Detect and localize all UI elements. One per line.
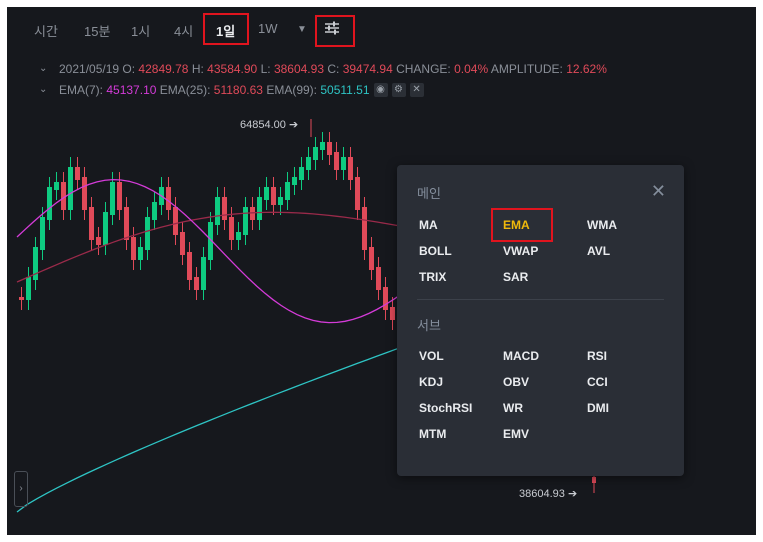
- side-panel-toggle[interactable]: ›: [14, 471, 28, 507]
- candle-body: [327, 142, 332, 155]
- indicator-wma[interactable]: WMA: [587, 218, 617, 232]
- candle-body: [19, 297, 24, 300]
- indicator-trix[interactable]: TRIX: [419, 270, 446, 284]
- candle-body: [201, 257, 206, 290]
- chart-window: 시간 15분 1시 4시 1일 1W ▼ ⌄ 2021/05/19 O: 428…: [7, 7, 756, 535]
- candle-body: [166, 187, 171, 210]
- candle-body: [264, 187, 269, 200]
- indicator-sar[interactable]: SAR: [503, 270, 528, 284]
- highlight-ema: [491, 208, 553, 242]
- candle-body: [173, 207, 178, 235]
- candle-body: [110, 182, 115, 215]
- candle-body: [138, 247, 143, 260]
- candle-body: [89, 207, 94, 240]
- candle-body: [278, 197, 283, 205]
- candle-body: [320, 142, 325, 150]
- candle-body: [313, 147, 318, 160]
- close-icon[interactable]: ✕: [651, 181, 666, 202]
- indicator-ma[interactable]: MA: [419, 218, 438, 232]
- candle-body: [131, 237, 136, 260]
- candle-body: [117, 182, 122, 210]
- candle-body: [75, 167, 80, 180]
- candle-body: [334, 152, 339, 170]
- ema99-line: [16, 348, 398, 513]
- candle-body: [243, 207, 248, 235]
- panel-divider: [417, 299, 664, 300]
- candle-body: [103, 212, 108, 245]
- candle-body: [82, 177, 87, 210]
- indicator-stochrsi[interactable]: StochRSI: [419, 401, 472, 415]
- candle-body: [47, 187, 52, 220]
- candle-body: [376, 267, 381, 290]
- candle-body: [271, 187, 276, 205]
- candle-body: [355, 177, 360, 210]
- candle-body: [348, 157, 353, 180]
- candle-body: [26, 277, 31, 300]
- candle-body: [341, 157, 346, 170]
- indicator-avl[interactable]: AVL: [587, 244, 610, 258]
- candle-body: [383, 287, 388, 310]
- indicator-boll[interactable]: BOLL: [419, 244, 452, 258]
- candle-body: [187, 252, 192, 280]
- candle-body: [194, 277, 199, 290]
- candle-body: [152, 202, 157, 220]
- indicator-dmi[interactable]: DMI: [587, 401, 609, 415]
- low-price-marker: 38604.93 ➔: [519, 488, 578, 500]
- sub-section-title: 서브: [417, 318, 441, 333]
- candle-body: [40, 217, 45, 250]
- indicator-vol[interactable]: VOL: [419, 349, 444, 363]
- candle-body: [369, 247, 374, 270]
- candle-body: [145, 217, 150, 250]
- candle-body: [215, 197, 220, 225]
- indicator-obv[interactable]: OBV: [503, 375, 529, 389]
- candle-body: [292, 177, 297, 185]
- candle-body: [124, 207, 129, 240]
- indicator-vwap[interactable]: VWAP: [503, 244, 538, 258]
- candle-body: [592, 477, 596, 483]
- main-section-title: 메인: [417, 186, 441, 201]
- indicator-rsi[interactable]: RSI: [587, 349, 607, 363]
- candle-body: [306, 157, 311, 170]
- indicator-macd[interactable]: MACD: [503, 349, 539, 363]
- candle-body: [68, 167, 73, 210]
- indicator-panel: 메인 ✕ MA EMA WMA BOLL VWAP AVL TRIX SAR 서…: [397, 165, 684, 476]
- indicator-mtm[interactable]: MTM: [419, 427, 446, 441]
- indicator-wr[interactable]: WR: [503, 401, 523, 415]
- candle-body: [362, 207, 367, 250]
- high-price-marker: 64854.00 ➔: [240, 119, 299, 131]
- indicator-emv[interactable]: EMV: [503, 427, 529, 441]
- candle-body: [180, 232, 185, 255]
- candle-body: [229, 217, 234, 240]
- candle-body: [54, 182, 59, 190]
- candle-body: [96, 237, 101, 245]
- candle-body: [257, 197, 262, 220]
- indicator-cci[interactable]: CCI: [587, 375, 608, 389]
- candle-body: [299, 167, 304, 180]
- candle-body: [236, 232, 241, 240]
- candle-body: [222, 197, 227, 220]
- indicator-kdj[interactable]: KDJ: [419, 375, 443, 389]
- candle-body: [285, 182, 290, 200]
- candle-body: [390, 307, 395, 320]
